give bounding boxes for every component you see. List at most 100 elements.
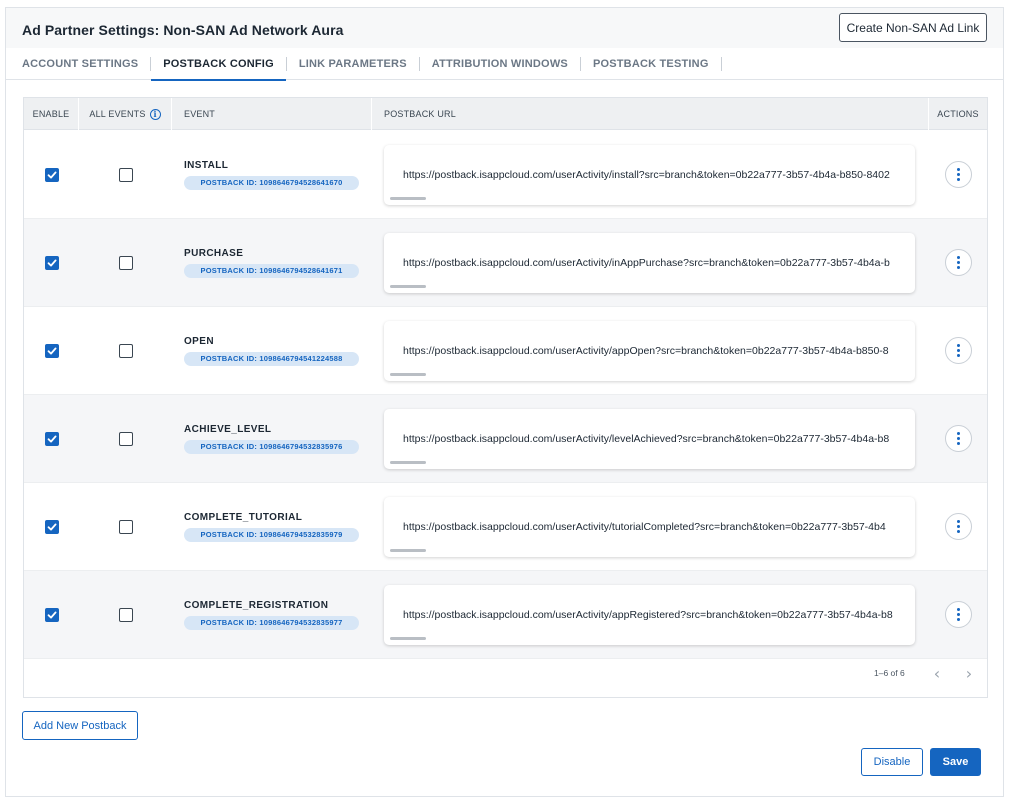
enable-checkbox[interactable] xyxy=(44,431,59,446)
horizontal-scrollbar[interactable] xyxy=(390,372,426,376)
postback-id-badge: POSTBACK ID: 1098646794532835976 xyxy=(184,439,359,454)
postback-url-cell: https://postback.isappcloud.com/userActi… xyxy=(372,571,929,658)
column-header-enable: ENABLE xyxy=(24,98,79,130)
tab-bar: ACCOUNT SETTINGS POSTBACK CONFIG LINK PA… xyxy=(6,48,1003,81)
column-header-all-events-label: ALL EVENTS xyxy=(89,109,146,119)
postback-url-text: https://postback.isappcloud.com/userActi… xyxy=(403,344,889,357)
actions-cell xyxy=(929,307,987,394)
enable-checkbox[interactable] xyxy=(44,343,59,358)
column-header-postback-url: POSTBACK URL xyxy=(372,98,929,130)
page-title: Ad Partner Settings: Non-SAN Ad Network … xyxy=(22,22,344,38)
event-name: ACHIEVE_LEVEL xyxy=(184,423,272,435)
event-name: OPEN xyxy=(184,335,214,347)
tab-link-parameters[interactable]: LINK PARAMETERS xyxy=(287,48,419,80)
postback-id-badge: POSTBACK ID: 1098646794532835979 xyxy=(184,527,359,542)
enable-cell xyxy=(24,131,79,218)
event-cell: INSTALL POSTBACK ID: 1098646794528641670 xyxy=(172,131,372,218)
postback-url-text: https://postback.isappcloud.com/userActi… xyxy=(403,432,890,445)
all-events-checkbox[interactable] xyxy=(118,607,133,622)
postback-url-field[interactable]: https://postback.isappcloud.com/userActi… xyxy=(384,584,915,645)
checkmark-icon xyxy=(47,259,56,266)
tab-divider xyxy=(720,56,722,71)
table-row: INSTALL POSTBACK ID: 1098646794528641670 h… xyxy=(24,131,987,219)
more-actions-icon[interactable] xyxy=(944,337,972,364)
panel-header: Ad Partner Settings: Non-SAN Ad Network … xyxy=(6,8,1003,48)
postback-url-cell: https://postback.isappcloud.com/userActi… xyxy=(372,483,929,570)
column-header-actions: ACTIONS xyxy=(937,109,979,119)
event-cell: COMPLETE_REGISTRATION POSTBACK ID: 109864… xyxy=(172,571,372,658)
postback-id-badge: POSTBACK ID: 1098646794528641671 xyxy=(184,263,359,278)
save-button[interactable]: Save xyxy=(930,748,981,776)
table-row: PURCHASE POSTBACK ID: 1098646794528641671… xyxy=(24,219,987,307)
postback-url-field[interactable]: https://postback.isappcloud.com/userActi… xyxy=(384,232,915,293)
table-row: COMPLETE_REGISTRATION POSTBACK ID: 109864… xyxy=(24,571,987,659)
tab-postback-config[interactable]: POSTBACK CONFIG xyxy=(151,48,286,81)
all-events-checkbox[interactable] xyxy=(118,431,133,446)
all-events-cell xyxy=(79,395,172,482)
enable-checkbox[interactable] xyxy=(44,167,59,182)
horizontal-scrollbar[interactable] xyxy=(390,548,426,552)
postback-table: ENABLE ALL EVENTS i EVENT POSTBACK URL A… xyxy=(23,97,988,698)
tab-account-settings[interactable]: ACCOUNT SETTINGS xyxy=(10,48,150,80)
all-events-checkbox[interactable] xyxy=(118,519,133,534)
event-name: COMPLETE_REGISTRATION xyxy=(184,599,329,611)
postback-url-text: https://postback.isappcloud.com/userActi… xyxy=(403,608,893,621)
event-name: PURCHASE xyxy=(184,247,244,259)
table-header: ENABLE ALL EVENTS i EVENT POSTBACK URL A… xyxy=(24,98,987,130)
postback-url-text: https://postback.isappcloud.com/userActi… xyxy=(403,520,886,533)
horizontal-scrollbar[interactable] xyxy=(390,636,426,640)
actions-cell xyxy=(929,395,987,482)
chevron-right-icon[interactable]: › xyxy=(962,666,976,682)
more-actions-icon[interactable] xyxy=(944,161,972,188)
enable-cell xyxy=(24,483,79,570)
enable-checkbox[interactable] xyxy=(44,255,59,270)
pagination-info: 1–6 of 6 xyxy=(874,668,905,678)
info-icon[interactable]: i xyxy=(149,108,161,120)
all-events-checkbox[interactable] xyxy=(118,343,133,358)
more-actions-icon[interactable] xyxy=(944,601,972,628)
all-events-cell xyxy=(79,571,172,658)
enable-cell xyxy=(24,395,79,482)
event-cell: ACHIEVE_LEVEL POSTBACK ID: 10986467945328… xyxy=(172,395,372,482)
more-actions-icon[interactable] xyxy=(944,425,972,452)
all-events-checkbox[interactable] xyxy=(118,167,133,182)
enable-cell xyxy=(24,307,79,394)
checkmark-icon xyxy=(47,523,56,530)
postback-id-badge: POSTBACK ID: 1098646794541224588 xyxy=(184,351,359,366)
horizontal-scrollbar[interactable] xyxy=(390,284,426,288)
postback-url-cell: https://postback.isappcloud.com/userActi… xyxy=(372,131,929,218)
table-row: OPEN POSTBACK ID: 1098646794541224588 http… xyxy=(24,307,987,395)
disable-button[interactable]: Disable xyxy=(861,748,923,776)
tab-postback-testing[interactable]: POSTBACK TESTING xyxy=(581,48,721,80)
actions-cell xyxy=(929,483,987,570)
postback-url-text: https://postback.isappcloud.com/userActi… xyxy=(403,256,890,269)
enable-checkbox[interactable] xyxy=(44,607,59,622)
event-name: INSTALL xyxy=(184,159,229,171)
add-new-postback-button[interactable]: Add New Postback xyxy=(22,711,138,740)
postback-url-field[interactable]: https://postback.isappcloud.com/userActi… xyxy=(384,144,915,205)
event-cell: COMPLETE_TUTORIAL POSTBACK ID: 1098646794… xyxy=(172,483,372,570)
enable-checkbox[interactable] xyxy=(44,519,59,534)
chevron-left-icon[interactable]: ‹ xyxy=(930,666,944,682)
checkmark-icon xyxy=(47,435,56,442)
postback-url-cell: https://postback.isappcloud.com/userActi… xyxy=(372,219,929,306)
postback-id-badge: POSTBACK ID: 1098646794528641670 xyxy=(184,175,359,190)
settings-panel: Ad Partner Settings: Non-SAN Ad Network … xyxy=(5,7,1004,797)
more-actions-icon[interactable] xyxy=(944,249,972,276)
postback-url-field[interactable]: https://postback.isappcloud.com/userActi… xyxy=(384,408,915,469)
all-events-cell xyxy=(79,483,172,570)
actions-cell xyxy=(929,131,987,218)
create-link-button[interactable]: Create Non-SAN Ad Link xyxy=(839,13,987,42)
horizontal-scrollbar[interactable] xyxy=(390,196,426,200)
postback-url-cell: https://postback.isappcloud.com/userActi… xyxy=(372,307,929,394)
postback-url-cell: https://postback.isappcloud.com/userActi… xyxy=(372,395,929,482)
all-events-checkbox[interactable] xyxy=(118,255,133,270)
postback-url-field[interactable]: https://postback.isappcloud.com/userActi… xyxy=(384,496,915,557)
table-body: INSTALL POSTBACK ID: 1098646794528641670 h… xyxy=(24,131,987,659)
postback-url-field[interactable]: https://postback.isappcloud.com/userActi… xyxy=(384,320,915,381)
more-actions-icon[interactable] xyxy=(944,513,972,540)
horizontal-scrollbar[interactable] xyxy=(390,460,426,464)
event-name: COMPLETE_TUTORIAL xyxy=(184,511,303,523)
tab-attribution-windows[interactable]: ATTRIBUTION WINDOWS xyxy=(420,48,580,80)
postback-id-badge: POSTBACK ID: 1098646794532835977 xyxy=(184,615,359,630)
